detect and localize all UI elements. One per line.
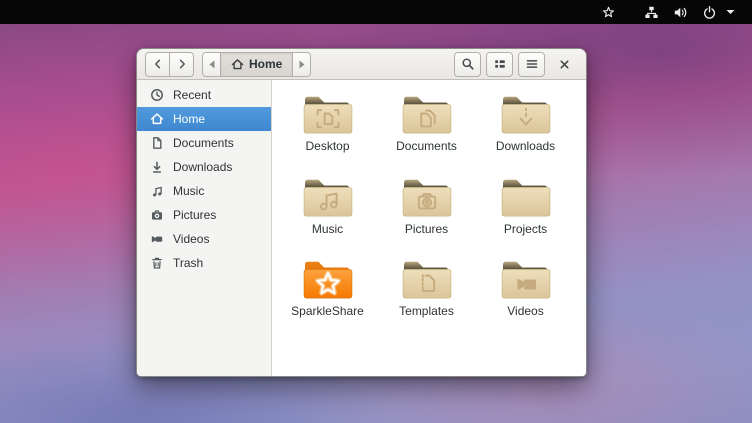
folder-item-desktop[interactable]: Desktop bbox=[278, 89, 377, 172]
folder-music-icon bbox=[301, 173, 355, 219]
home-icon bbox=[150, 112, 164, 126]
icon-grid: Desktop Documents bbox=[272, 80, 586, 337]
camera-icon bbox=[150, 208, 164, 222]
path-scroll-right-button[interactable] bbox=[292, 52, 311, 77]
sidebar-item-music[interactable]: Music bbox=[137, 179, 271, 203]
header-right-controls bbox=[454, 52, 578, 77]
desktop-wallpaper: Home bbox=[0, 0, 752, 423]
folder-item-templates[interactable]: Templates bbox=[377, 254, 476, 337]
sidebar-item-recent[interactable]: Recent bbox=[137, 83, 271, 107]
volume-icon bbox=[666, 0, 695, 24]
folder-videos-icon bbox=[499, 255, 553, 301]
chevron-down-icon bbox=[724, 0, 742, 24]
folder-projects-icon bbox=[499, 173, 553, 219]
triangle-right-icon bbox=[298, 60, 306, 69]
menu-button[interactable] bbox=[518, 52, 545, 77]
file-view: Desktop Documents bbox=[272, 80, 586, 376]
folder-label: Documents bbox=[396, 139, 457, 153]
folder-sparkleshare-icon bbox=[301, 255, 355, 301]
sidebar-item-label: Trash bbox=[173, 256, 203, 270]
folder-templates-icon bbox=[400, 255, 454, 301]
path-location-label: Home bbox=[249, 57, 282, 71]
folder-label: Downloads bbox=[496, 139, 555, 153]
folder-item-downloads[interactable]: Downloads bbox=[476, 89, 575, 172]
sidebar-item-label: Videos bbox=[173, 232, 209, 246]
folder-item-videos[interactable]: Videos bbox=[476, 254, 575, 337]
sidebar-item-label: Pictures bbox=[173, 208, 216, 222]
sidebar-item-label: Downloads bbox=[173, 160, 232, 174]
sidebar: Recent Home Documents bbox=[137, 80, 272, 376]
sidebar-item-label: Documents bbox=[173, 136, 234, 150]
folder-label: Music bbox=[312, 222, 343, 236]
folder-documents-icon bbox=[400, 90, 454, 136]
folder-label: Desktop bbox=[305, 139, 349, 153]
folder-label: Templates bbox=[399, 304, 454, 318]
window-body: Recent Home Documents bbox=[137, 80, 586, 376]
folder-downloads-icon bbox=[499, 90, 553, 136]
triangle-left-icon bbox=[208, 60, 216, 69]
chevron-left-icon bbox=[152, 58, 164, 70]
document-icon bbox=[150, 136, 164, 150]
sidebar-item-downloads[interactable]: Downloads bbox=[137, 155, 271, 179]
trash-can-icon bbox=[150, 256, 164, 270]
folder-desktop-icon bbox=[301, 90, 355, 136]
folder-item-pictures[interactable]: Pictures bbox=[377, 172, 476, 255]
folder-item-sparkleshare[interactable]: SparkleShare bbox=[278, 254, 377, 337]
nav-buttons bbox=[145, 52, 194, 77]
home-icon bbox=[231, 58, 244, 71]
header-bar: Home bbox=[137, 49, 586, 80]
power-icon bbox=[695, 0, 724, 24]
star-indicator-icon[interactable] bbox=[594, 0, 623, 24]
network-icon bbox=[637, 0, 666, 24]
music-notes-icon bbox=[150, 184, 164, 198]
folder-label: Pictures bbox=[405, 222, 448, 236]
download-arrow-icon bbox=[150, 160, 164, 174]
close-window-button[interactable] bbox=[550, 52, 578, 77]
search-button[interactable] bbox=[454, 52, 481, 77]
sidebar-item-pictures[interactable]: Pictures bbox=[137, 203, 271, 227]
sidebar-item-videos[interactable]: Videos bbox=[137, 227, 271, 251]
sidebar-item-home[interactable]: Home bbox=[137, 107, 271, 131]
folder-item-projects[interactable]: Projects bbox=[476, 172, 575, 255]
sidebar-item-label: Music bbox=[173, 184, 204, 198]
sidebar-item-label: Recent bbox=[173, 88, 211, 102]
view-toggle-button[interactable] bbox=[486, 52, 513, 77]
folder-label: Videos bbox=[507, 304, 543, 318]
path-current-location[interactable]: Home bbox=[220, 52, 293, 77]
hamburger-menu-icon bbox=[525, 57, 539, 71]
folder-label: Projects bbox=[504, 222, 547, 236]
top-bar bbox=[0, 0, 752, 24]
close-icon bbox=[558, 58, 571, 71]
back-button[interactable] bbox=[145, 52, 170, 77]
sidebar-item-documents[interactable]: Documents bbox=[137, 131, 271, 155]
file-manager-window: Home bbox=[136, 48, 587, 377]
path-scroll-left-button[interactable] bbox=[202, 52, 221, 77]
forward-button[interactable] bbox=[169, 52, 194, 77]
sidebar-item-label: Home bbox=[173, 112, 205, 126]
path-bar: Home bbox=[202, 52, 311, 77]
camcorder-icon bbox=[150, 232, 164, 246]
folder-pictures-icon bbox=[400, 173, 454, 219]
chevron-right-icon bbox=[176, 58, 188, 70]
folder-label: SparkleShare bbox=[291, 304, 364, 318]
folder-item-music[interactable]: Music bbox=[278, 172, 377, 255]
view-list-icon bbox=[493, 57, 507, 71]
system-status-area[interactable] bbox=[637, 0, 742, 24]
recent-clock-icon bbox=[150, 88, 164, 102]
sidebar-item-trash[interactable]: Trash bbox=[137, 251, 271, 275]
folder-item-documents[interactable]: Documents bbox=[377, 89, 476, 172]
search-icon bbox=[461, 57, 475, 71]
